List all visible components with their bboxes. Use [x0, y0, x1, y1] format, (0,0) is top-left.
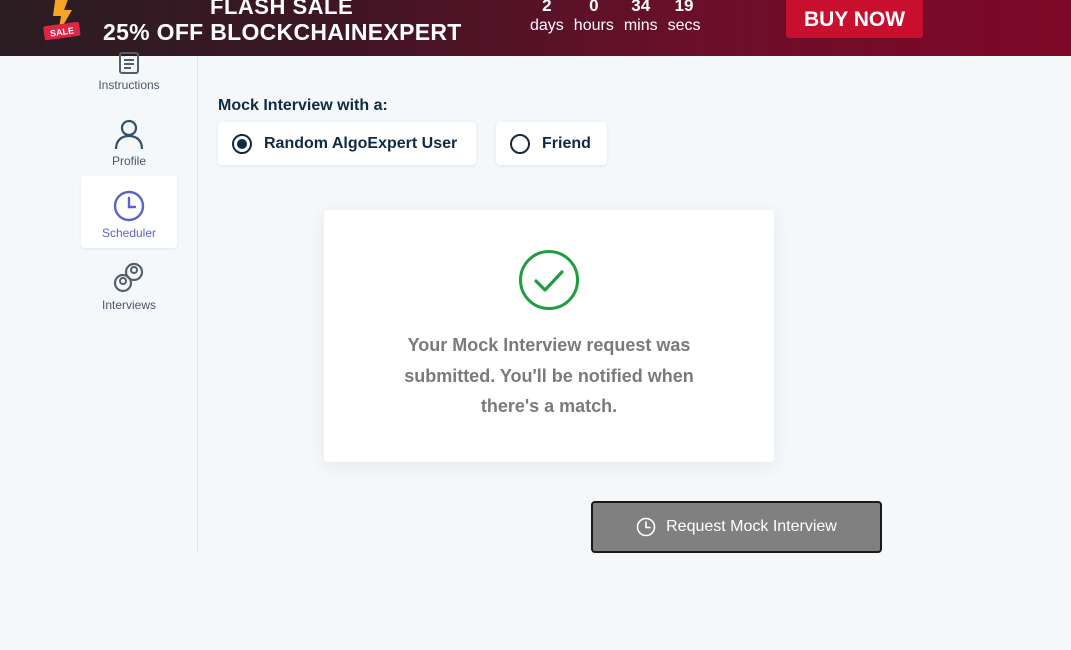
option-random-user[interactable]: Random AlgoExpert User — [218, 122, 476, 165]
check-circle-icon — [519, 250, 579, 310]
countdown-value: 19 — [674, 0, 694, 15]
countdown-secs: 19 secs — [668, 0, 701, 36]
sidebar-item-scheduler[interactable]: Scheduler — [81, 176, 177, 248]
banner-title: FLASH SALE — [210, 0, 354, 19]
sidebar-item-label: Scheduler — [101, 226, 157, 240]
countdown-unit: days — [530, 17, 564, 34]
countdown-value: 2 — [542, 0, 552, 15]
clock-icon — [636, 517, 656, 537]
countdown-unit: hours — [573, 17, 614, 34]
countdown-unit: secs — [667, 17, 701, 34]
people-icon — [113, 262, 144, 293]
sidebar-item-profile[interactable]: Profile — [81, 104, 177, 176]
mock-interview-label: Mock Interview with a: — [218, 97, 388, 114]
document-icon — [119, 52, 139, 74]
sidebar-item-label: Instructions — [98, 78, 160, 92]
buy-now-button[interactable]: BUY NOW — [786, 0, 923, 38]
request-mock-interview-button[interactable]: Request Mock Interview — [591, 501, 882, 553]
option-label: Friend — [542, 134, 591, 152]
sidebar-item-instructions[interactable]: Instructions — [81, 28, 177, 100]
countdown-timer: 2 days 0 hours 34 mins 19 secs — [530, 0, 701, 36]
sale-lightning-icon: SALE — [43, 0, 81, 41]
request-button-label: Request Mock Interview — [666, 518, 837, 535]
option-friend[interactable]: Friend — [496, 122, 607, 165]
option-label: Random AlgoExpert User — [264, 134, 458, 152]
countdown-mins: 34 mins — [624, 0, 658, 36]
countdown-hours: 0 hours — [574, 0, 614, 36]
clock-icon — [113, 190, 145, 222]
sidebar-item-label: Interviews — [101, 298, 157, 312]
success-message: Your Mock Interview request was submitte… — [404, 335, 694, 416]
sidebar: Instructions Profile Scheduler Interview… — [0, 52, 198, 552]
user-icon — [114, 119, 144, 150]
sidebar-item-label: Profile — [111, 154, 146, 168]
countdown-value: 0 — [589, 0, 599, 15]
success-card: Your Mock Interview request was submitte… — [324, 210, 774, 462]
countdown-days: 2 days — [530, 0, 564, 36]
countdown-value: 34 — [631, 0, 651, 15]
sidebar-item-interviews[interactable]: Interviews — [81, 248, 177, 320]
radio-button-unchecked[interactable] — [510, 133, 530, 154]
countdown-unit: mins — [623, 17, 658, 34]
radio-button-checked[interactable] — [232, 133, 252, 154]
